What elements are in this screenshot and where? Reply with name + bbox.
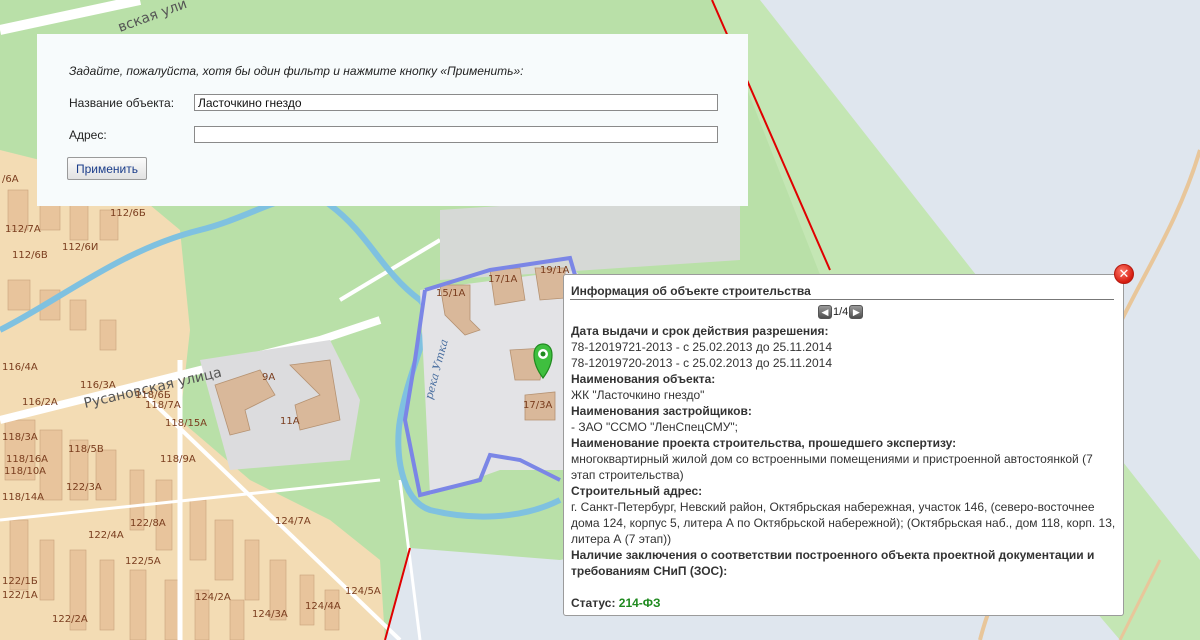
building-number-label: 118/7А — [145, 400, 181, 411]
status-value: 214-ФЗ — [618, 596, 661, 610]
section-value: 78-12019720-2013 - с 25.02.2013 до 25.11… — [571, 356, 832, 370]
building-number-label: 122/2А — [52, 614, 88, 625]
pager-count: 1/4 — [833, 306, 849, 318]
building-number-label: 122/4А — [88, 530, 124, 541]
building-number-label: 116/2А — [22, 397, 58, 408]
building-number-label: 17/1А — [488, 274, 517, 285]
building-number-label: 124/3А — [252, 609, 288, 620]
building-number-label: 124/5А — [345, 586, 381, 597]
building-number-label: 112/6В — [12, 250, 48, 261]
close-icon[interactable]: ✕ — [1114, 264, 1134, 284]
object-name-label: Название объекта: — [69, 96, 175, 110]
status-row: Статус: 214-ФЗ — [571, 595, 1119, 611]
building-number-label: 118/3А — [2, 432, 38, 443]
section-heading: Наличие заключения о соответствии постро… — [571, 548, 1095, 578]
building-number-label: 118/10А — [4, 466, 46, 477]
popup-title: Информация об объекте строительства — [571, 284, 811, 298]
address-input[interactable] — [194, 126, 718, 143]
building-number-label: 124/2А — [195, 592, 231, 603]
building-number-label: 11А — [280, 416, 300, 427]
building-number-label: 118/5В — [68, 444, 104, 455]
building-number-label: 112/6Б — [110, 208, 146, 219]
building-number-label: 122/8А — [130, 518, 166, 529]
section-value: - ЗАО "ССМО "ЛенСпецСМУ"; — [571, 420, 738, 434]
status-label: Статус: — [571, 596, 619, 610]
section-value: г. Санкт-Петербург, Невский район, Октяб… — [571, 500, 1116, 546]
apply-button[interactable]: Применить — [67, 157, 147, 180]
popup-body: Дата выдачи и срок действия разрешения: 7… — [571, 323, 1119, 611]
section-heading: Наименования застройщиков: — [571, 404, 752, 418]
building-number-label: 118/14А — [2, 492, 44, 503]
section-heading: Наименования объекта: — [571, 372, 716, 386]
section-heading: Дата выдачи и срок действия разрешения: — [571, 324, 829, 338]
building-number-label: 122/3А — [66, 482, 102, 493]
building-number-label: 17/3А — [523, 400, 552, 411]
section-heading: Строительный адрес: — [571, 484, 703, 498]
building-number-label: 124/7А — [275, 516, 311, 527]
building-number-label: 15/1А — [436, 288, 465, 299]
filter-hint: Задайте, пожалуйста, хотя бы один фильтр… — [69, 64, 524, 78]
building-number-label: 118/6Б — [135, 390, 171, 401]
popup-divider — [570, 299, 1114, 300]
building-number-label: 112/7А — [5, 224, 41, 235]
building-number-label: 122/1А — [2, 590, 38, 601]
pager: ◀ 1/4 ▶ — [818, 305, 864, 319]
filter-panel: Задайте, пожалуйста, хотя бы один фильтр… — [37, 34, 748, 206]
building-number-label: 116/3А — [80, 380, 116, 391]
building-number-label: 124/4А — [305, 601, 341, 612]
arrow-right-icon[interactable]: ▶ — [849, 305, 864, 319]
object-info-popup: Информация об объекте строительства ◀ 1/… — [563, 274, 1124, 616]
building-number-label: 118/9А — [160, 454, 196, 465]
building-number-label: 122/1Б — [2, 576, 38, 587]
building-number-label: 122/5А — [125, 556, 161, 567]
building-number-label: 9А — [262, 372, 275, 383]
building-number-label: 116/4А — [2, 362, 38, 373]
object-name-input[interactable] — [194, 94, 718, 111]
section-value: многоквартирный жилой дом со встроенными… — [571, 452, 1093, 482]
section-value: 78-12019721-2013 - с 25.02.2013 до 25.11… — [571, 340, 832, 354]
section-heading: Наименование проекта строительства, прош… — [571, 436, 957, 450]
building-number-label: 118/16А — [6, 454, 48, 465]
section-value: ЖК "Ласточкино гнездо" — [571, 388, 705, 402]
arrow-left-icon[interactable]: ◀ — [818, 305, 832, 319]
address-label: Адрес: — [69, 128, 107, 142]
building-number-label: 118/15А — [165, 418, 207, 429]
building-number-label: 112/6И — [62, 242, 98, 253]
building-number-label: /6А — [2, 174, 19, 185]
